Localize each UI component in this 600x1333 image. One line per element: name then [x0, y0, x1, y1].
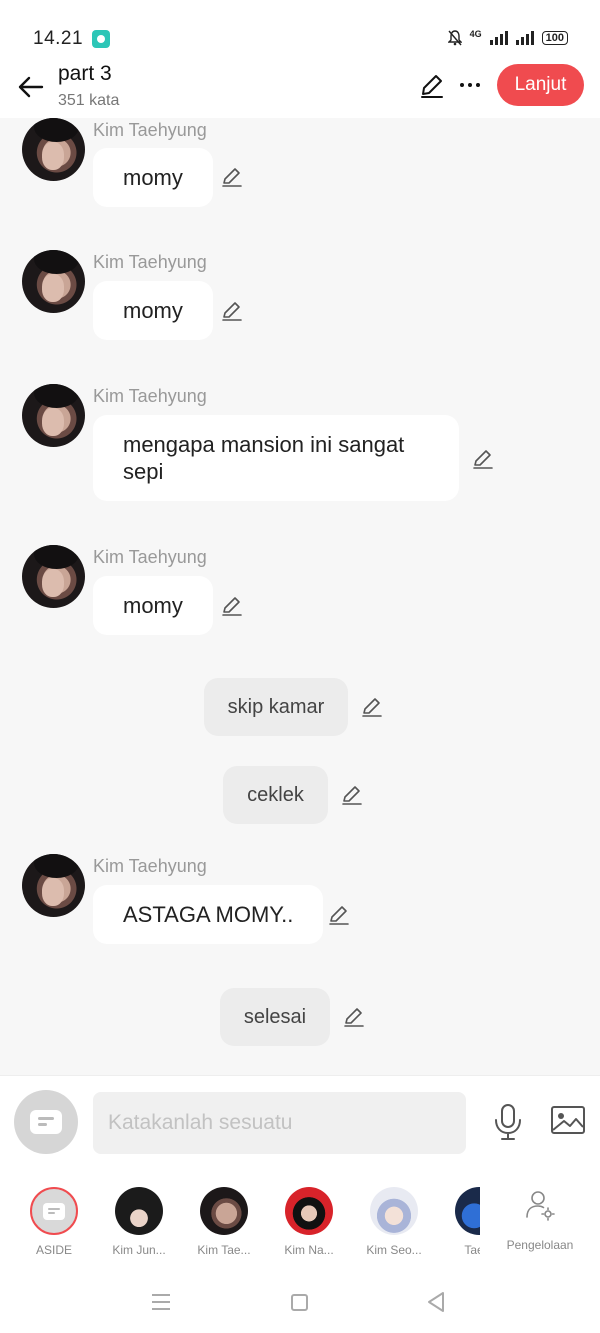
narration-bubble[interactable]: ceklek [223, 766, 328, 824]
status-icons: 4G 100 [447, 29, 568, 46]
narration-text: ceklek [247, 784, 304, 806]
narration-text: skip kamar [227, 696, 325, 718]
narration-bubble[interactable]: selesai [220, 988, 330, 1046]
back-arrow-icon[interactable] [16, 72, 46, 102]
message-input[interactable] [93, 1092, 466, 1154]
recent-apps-icon[interactable] [152, 1294, 170, 1310]
character-label: Kim Jun... [112, 1243, 166, 1257]
edit-message-icon[interactable] [472, 448, 494, 470]
status-bar: 14.21 4G 100 [0, 0, 600, 60]
sender-name: Kim Taehyung [93, 547, 207, 567]
nav-back-icon[interactable] [426, 1291, 446, 1313]
message-bubble[interactable]: momy [93, 576, 213, 635]
aside-avatar [30, 1187, 78, 1235]
more-options-icon[interactable] [457, 72, 483, 98]
word-count: 351 kata [58, 92, 120, 109]
header: part 3 351 kata Lanjut [0, 60, 600, 118]
character-label: Kim Tae... [197, 1243, 251, 1257]
message-bubble[interactable]: momy [93, 281, 213, 340]
input-bar [0, 1075, 600, 1169]
character-aside[interactable]: ASIDE [19, 1187, 89, 1257]
sender-name: Kim Taehyung [93, 120, 207, 140]
edit-message-icon[interactable] [221, 595, 243, 617]
home-icon[interactable] [291, 1294, 308, 1311]
battery-icon: 100 [541, 31, 568, 45]
edit-narration-icon[interactable] [341, 784, 363, 806]
edit-pencil-icon[interactable] [418, 72, 446, 100]
message-bubble[interactable]: mengapa mansion ini sangat sepi [93, 415, 459, 501]
character-list[interactable]: ASIDE Kim Jun... Kim Tae... Kim Na... Ki… [0, 1169, 480, 1279]
avatar[interactable] [22, 545, 85, 608]
edit-message-icon[interactable] [328, 904, 350, 926]
message-bubble[interactable]: ASTAGA MOMY.. [93, 885, 324, 944]
message-text: ASTAGA MOMY.. [123, 902, 294, 927]
manage-label: Pengelolaan [506, 1238, 574, 1252]
character-label: Kim Na... [284, 1243, 334, 1257]
edit-message-icon[interactable] [221, 300, 243, 322]
network-type: 4G [469, 29, 482, 39]
page-title: part 3 [58, 62, 112, 85]
avatar[interactable] [22, 854, 85, 917]
sender-name: Kim Taehyung [93, 252, 207, 272]
sender-name: Kim Taehyung [93, 856, 207, 876]
next-button[interactable]: Lanjut [497, 64, 584, 106]
aside-icon [43, 1202, 65, 1220]
aside-icon [30, 1110, 62, 1134]
character-avatar [285, 1187, 333, 1235]
character-label: Kim Seo... [366, 1243, 422, 1257]
chat-app-icon [92, 30, 110, 48]
character-avatar [370, 1187, 418, 1235]
signal-icon [489, 31, 508, 45]
message-bubble[interactable]: momy [93, 148, 213, 207]
edit-narration-icon[interactable] [343, 1006, 365, 1028]
person-settings-icon [526, 1191, 555, 1221]
character-label: ASIDE [35, 1243, 72, 1257]
signal-icon-2 [515, 31, 534, 45]
character-label: Tae h [464, 1243, 480, 1257]
character-avatar [455, 1187, 480, 1235]
system-nav-bar [0, 1279, 600, 1333]
microphone-icon[interactable] [491, 1102, 525, 1142]
character-kim-tae[interactable]: Kim Tae... [189, 1187, 259, 1257]
manage-characters-button[interactable]: Pengelolaan [498, 1189, 582, 1252]
message-text: momy [123, 593, 183, 618]
message-text: mengapa mansion ini sangat sepi [123, 432, 405, 484]
character-kim-seo[interactable]: Kim Seo... [359, 1187, 429, 1257]
character-tae-h[interactable]: Tae h [444, 1187, 480, 1257]
avatar[interactable] [22, 250, 85, 313]
character-kim-na[interactable]: Kim Na... [274, 1187, 344, 1257]
mute-bell-icon [447, 30, 462, 46]
sender-name: Kim Taehyung [93, 386, 207, 406]
character-avatar [200, 1187, 248, 1235]
status-time: 14.21 [33, 28, 84, 49]
character-avatar [115, 1187, 163, 1235]
character-kim-jun[interactable]: Kim Jun... [104, 1187, 174, 1257]
aside-button[interactable] [14, 1090, 78, 1154]
narration-bubble[interactable]: skip kamar [204, 678, 348, 736]
message-text: momy [123, 298, 183, 323]
chat-area[interactable]: Kim Taehyung momy Kim Taehyung momy Kim … [0, 118, 600, 1075]
edit-narration-icon[interactable] [361, 696, 383, 718]
edit-message-icon[interactable] [221, 166, 243, 188]
narration-text: selesai [243, 1006, 307, 1028]
character-bar: ASIDE Kim Jun... Kim Tae... Kim Na... Ki… [0, 1169, 600, 1279]
avatar[interactable] [22, 384, 85, 447]
avatar[interactable] [22, 118, 85, 181]
image-icon[interactable] [550, 1104, 586, 1136]
message-text: momy [123, 165, 183, 190]
